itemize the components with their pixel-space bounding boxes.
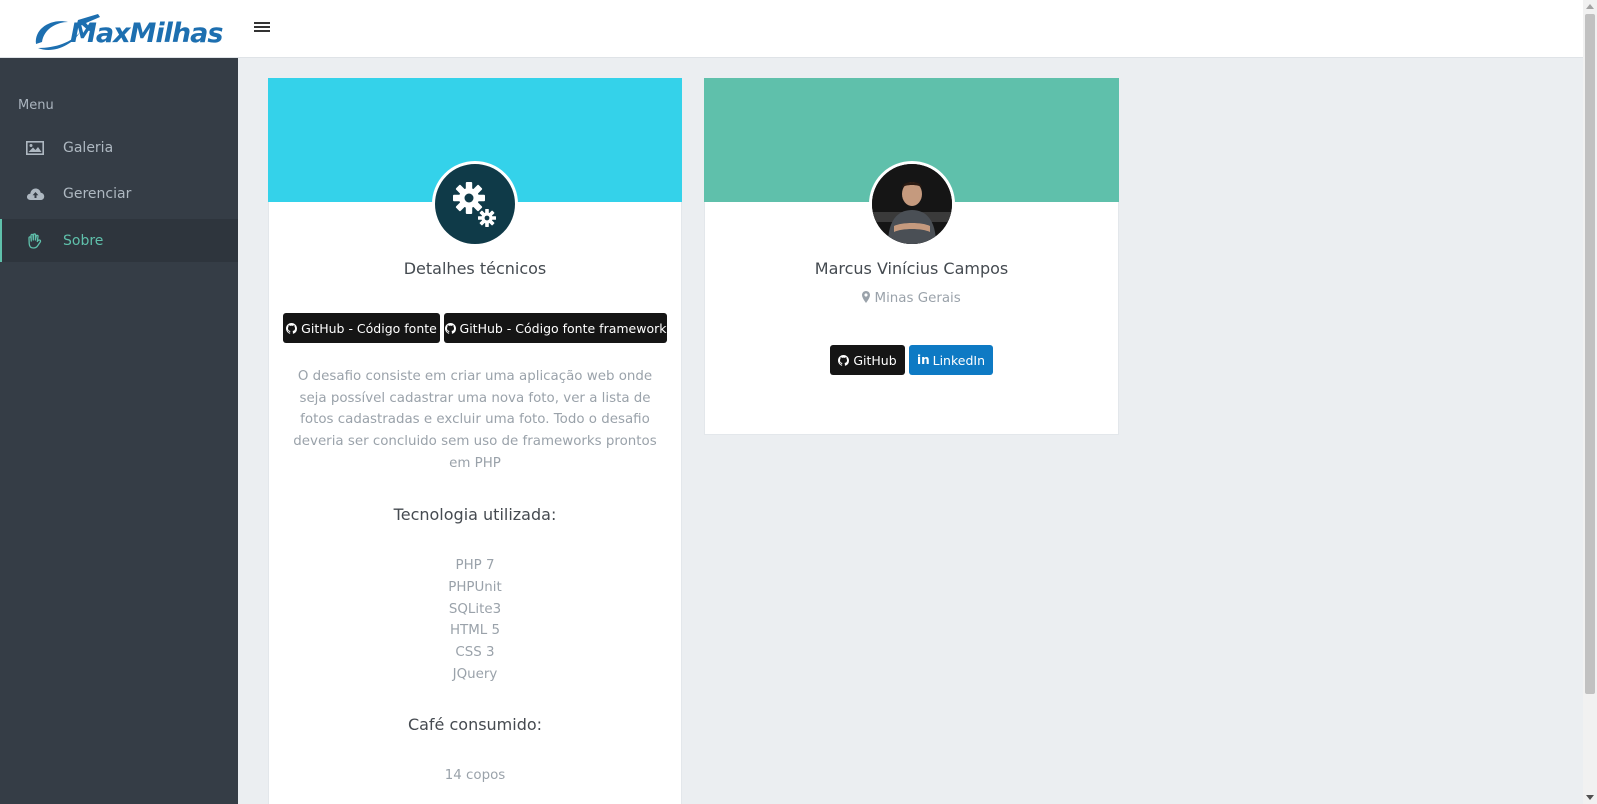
profile-avatar: [869, 161, 955, 247]
scroll-down-arrow-icon[interactable]: [1586, 795, 1594, 800]
github-icon: [286, 322, 298, 334]
github-profile-label: GitHub: [853, 352, 897, 368]
profile-location: Minas Gerais: [705, 291, 1118, 307]
sidebar-item-galeria[interactable]: Galeria: [0, 126, 238, 169]
sidebar-menu-title: Menu: [18, 98, 54, 113]
technology-item: CSS 3: [455, 645, 495, 661]
sidebar-item-gerenciar[interactable]: Gerenciar: [0, 172, 238, 215]
gears-icon: [432, 161, 518, 247]
linkedin-button[interactable]: in LinkedIn: [909, 345, 993, 375]
technology-item: PHPUnit: [448, 579, 502, 595]
github-icon: [444, 322, 456, 334]
github-icon: [838, 354, 850, 366]
profile-name: Marcus Vinícius Campos: [814, 259, 1009, 278]
scrollbar-thumb[interactable]: [1585, 14, 1595, 694]
tech-card-title: Detalhes técnicos: [403, 259, 547, 278]
location-label: Minas Gerais: [874, 291, 961, 306]
linkedin-label: LinkedIn: [932, 352, 986, 368]
maxmilhas-logo[interactable]: MaxMilhas: [32, 4, 223, 54]
technology-item: PHP 7: [455, 558, 495, 573]
hamburger-icon[interactable]: [254, 20, 272, 36]
github-framework-label: GitHub - Código fonte framework: [459, 320, 667, 336]
cloud-upload-icon: [24, 185, 46, 203]
github-framework-button[interactable]: GitHub - Código fonte framework: [444, 313, 667, 343]
scroll-up-arrow-icon[interactable]: [1586, 4, 1594, 9]
tech-heading: Tecnologia utilizada:: [393, 505, 557, 524]
sidebar-item-label: Sobre: [63, 232, 104, 249]
linkedin-icon: in: [916, 353, 930, 367]
github-source-label: GitHub - Código fonte: [301, 320, 437, 336]
sidebar-item-label: Gerenciar: [63, 185, 132, 202]
technology-item: SQLite3: [448, 601, 502, 617]
technology-list: PHP 7 PHPUnit SQLite3 HTML 5 CSS 3 JQuer…: [269, 555, 681, 686]
coffee-heading: Café consumido:: [407, 715, 543, 734]
map-marker-icon: [862, 291, 871, 307]
top-navbar: MaxMilhas: [0, 0, 1583, 58]
hand-icon: [24, 232, 46, 250]
profile-card: Marcus Vinícius Campos Minas Gerais GitH…: [704, 78, 1119, 435]
technology-item: HTML 5: [449, 623, 501, 639]
github-source-button[interactable]: GitHub - Código fonte: [283, 313, 440, 343]
page-scrollbar[interactable]: [1583, 0, 1597, 804]
technology-item: JQuery: [452, 666, 498, 682]
image-icon: [24, 139, 46, 157]
sidebar-item-sobre[interactable]: Sobre: [0, 219, 238, 262]
logo-text: MaxMilhas: [70, 18, 223, 49]
github-profile-button[interactable]: GitHub: [830, 345, 905, 375]
coffee-value: 14 copos: [444, 768, 506, 783]
challenge-description: O desafio consiste em criar uma aplicaçã…: [293, 369, 657, 471]
tech-details-card: Detalhes técnicos GitHub - Código fonte …: [268, 78, 682, 804]
sidebar: Menu Galeria Gerenciar Sobre: [0, 58, 238, 804]
sidebar-item-label: Galeria: [63, 139, 114, 156]
